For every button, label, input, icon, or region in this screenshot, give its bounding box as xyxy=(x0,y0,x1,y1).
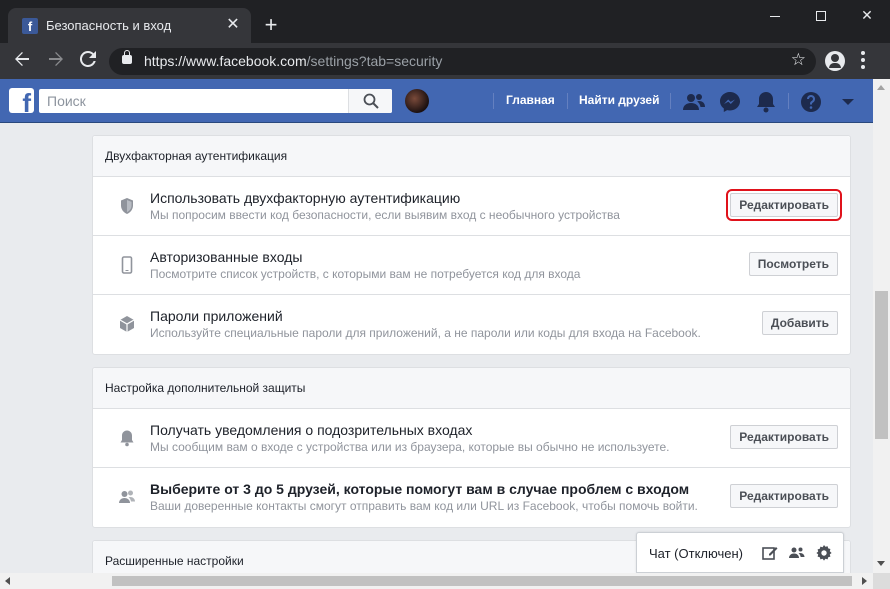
header-divider xyxy=(788,93,789,109)
back-arrow-icon[interactable] xyxy=(10,49,34,73)
find-friends-link[interactable]: Найти друзей xyxy=(579,93,659,107)
new-message-icon[interactable] xyxy=(761,544,779,562)
header-divider xyxy=(670,93,671,109)
search-icon xyxy=(363,93,379,109)
notifications-bell-icon[interactable] xyxy=(754,90,778,114)
row-subtitle: Ваши доверенные контакты смогут отправит… xyxy=(150,499,698,513)
add-app-password-button[interactable]: Добавить xyxy=(761,311,838,335)
header-divider xyxy=(567,93,568,109)
row-title: Авторизованные входы xyxy=(150,249,303,265)
row-title: Получать уведомления о подозрительных вх… xyxy=(150,422,473,438)
bell-icon xyxy=(120,430,134,447)
cube-icon xyxy=(119,316,135,332)
search-box xyxy=(39,89,392,113)
horizontal-scrollbar[interactable] xyxy=(0,573,873,589)
minimize-window-button[interactable] xyxy=(752,0,798,30)
create-group-icon[interactable] xyxy=(788,544,806,562)
scrollbar-corner xyxy=(873,573,890,589)
scroll-down-arrow-icon[interactable] xyxy=(877,561,885,566)
shield-icon xyxy=(121,198,133,214)
lock-icon xyxy=(122,50,132,64)
facebook-logo-icon[interactable]: f xyxy=(9,88,34,116)
account-menu-chevron-down-icon[interactable] xyxy=(836,90,860,114)
page-viewport: f Главная Найти друзей xyxy=(0,79,890,589)
close-window-button[interactable]: ✕ xyxy=(844,0,890,30)
reload-icon[interactable] xyxy=(76,49,100,73)
two-factor-section: Двухфакторная аутентификация Использоват… xyxy=(92,135,851,355)
avatar[interactable] xyxy=(405,89,429,113)
row-subtitle: Мы сообщим вам о входе с устройства или … xyxy=(150,440,670,454)
list-item: Получать уведомления о подозрительных вх… xyxy=(93,409,850,468)
vertical-scrollbar[interactable] xyxy=(873,79,890,573)
scroll-left-arrow-icon[interactable] xyxy=(5,577,10,585)
friends-icon xyxy=(119,490,135,503)
new-tab-button[interactable]: + xyxy=(259,13,283,37)
bookmark-star-icon[interactable]: ☆ xyxy=(791,50,806,70)
row-title: Использовать двухфакторную аутентификаци… xyxy=(150,190,461,206)
address-bar[interactable]: https://www.facebook.com/settings?tab=se… xyxy=(109,48,816,75)
search-input[interactable] xyxy=(39,89,339,113)
view-authorized-logins-button[interactable]: Посмотреть xyxy=(748,252,838,276)
row-subtitle: Используйте специальные пароли для прило… xyxy=(150,326,701,340)
browser-tab[interactable]: f Безопасность и вход ✕ xyxy=(8,8,251,43)
friend-requests-icon[interactable] xyxy=(682,90,706,114)
gear-icon[interactable] xyxy=(815,544,833,562)
chat-status-label: Чат (Отключен) xyxy=(649,546,743,561)
list-item: Авторизованные входы Посмотрите список у… xyxy=(93,236,850,295)
row-title: Выберите от 3 до 5 друзей, которые помог… xyxy=(150,481,690,497)
chat-bar[interactable]: Чат (Отключен) xyxy=(636,532,844,573)
facebook-header: f Главная Найти друзей xyxy=(0,79,873,123)
forward-arrow-icon[interactable] xyxy=(44,49,68,73)
list-item: Пароли приложений Используйте специальны… xyxy=(93,295,850,354)
vertical-scroll-thumb[interactable] xyxy=(875,291,888,439)
section-heading: Настройка дополнительной защиты xyxy=(93,368,850,409)
edit-login-alerts-button[interactable]: Редактировать xyxy=(730,425,838,449)
header-divider xyxy=(493,93,494,109)
search-button[interactable] xyxy=(348,89,392,113)
list-item: Выберите от 3 до 5 друзей, которые помог… xyxy=(93,468,850,527)
messenger-icon[interactable] xyxy=(718,90,742,114)
facebook-favicon-icon: f xyxy=(22,18,38,34)
browser-toolbar: https://www.facebook.com/settings?tab=se… xyxy=(0,43,890,79)
help-icon[interactable] xyxy=(799,90,823,114)
maximize-window-button[interactable] xyxy=(798,0,844,30)
tab-close-icon[interactable]: ✕ xyxy=(223,15,243,35)
edit-two-factor-button[interactable]: Редактировать xyxy=(726,189,842,221)
horizontal-scroll-thumb[interactable] xyxy=(112,576,852,586)
scroll-right-arrow-icon[interactable] xyxy=(862,577,867,585)
browser-menu-icon[interactable] xyxy=(860,51,866,71)
row-subtitle: Посмотрите список устройств, с которыми … xyxy=(150,267,581,281)
row-subtitle: Мы попросим ввести код безопасности, есл… xyxy=(150,208,620,222)
security-settings-content: Двухфакторная аутентификация Использоват… xyxy=(92,135,851,589)
browser-titlebar: f Безопасность и вход ✕ + ✕ xyxy=(0,0,890,43)
row-title: Пароли приложений xyxy=(150,308,283,324)
extra-security-section: Настройка дополнительной защиты Получать… xyxy=(92,367,851,528)
profile-icon[interactable] xyxy=(825,51,845,71)
section-heading: Двухфакторная аутентификация xyxy=(93,136,850,177)
list-item: Использовать двухфакторную аутентификаци… xyxy=(93,177,850,236)
url-text: https://www.facebook.com/settings?tab=se… xyxy=(144,53,443,69)
phone-icon xyxy=(121,256,133,274)
scroll-up-arrow-icon[interactable] xyxy=(877,85,885,90)
tab-title: Безопасность и вход xyxy=(46,18,172,33)
edit-trusted-contacts-button[interactable]: Редактировать xyxy=(730,484,838,508)
home-link[interactable]: Главная xyxy=(506,93,555,107)
